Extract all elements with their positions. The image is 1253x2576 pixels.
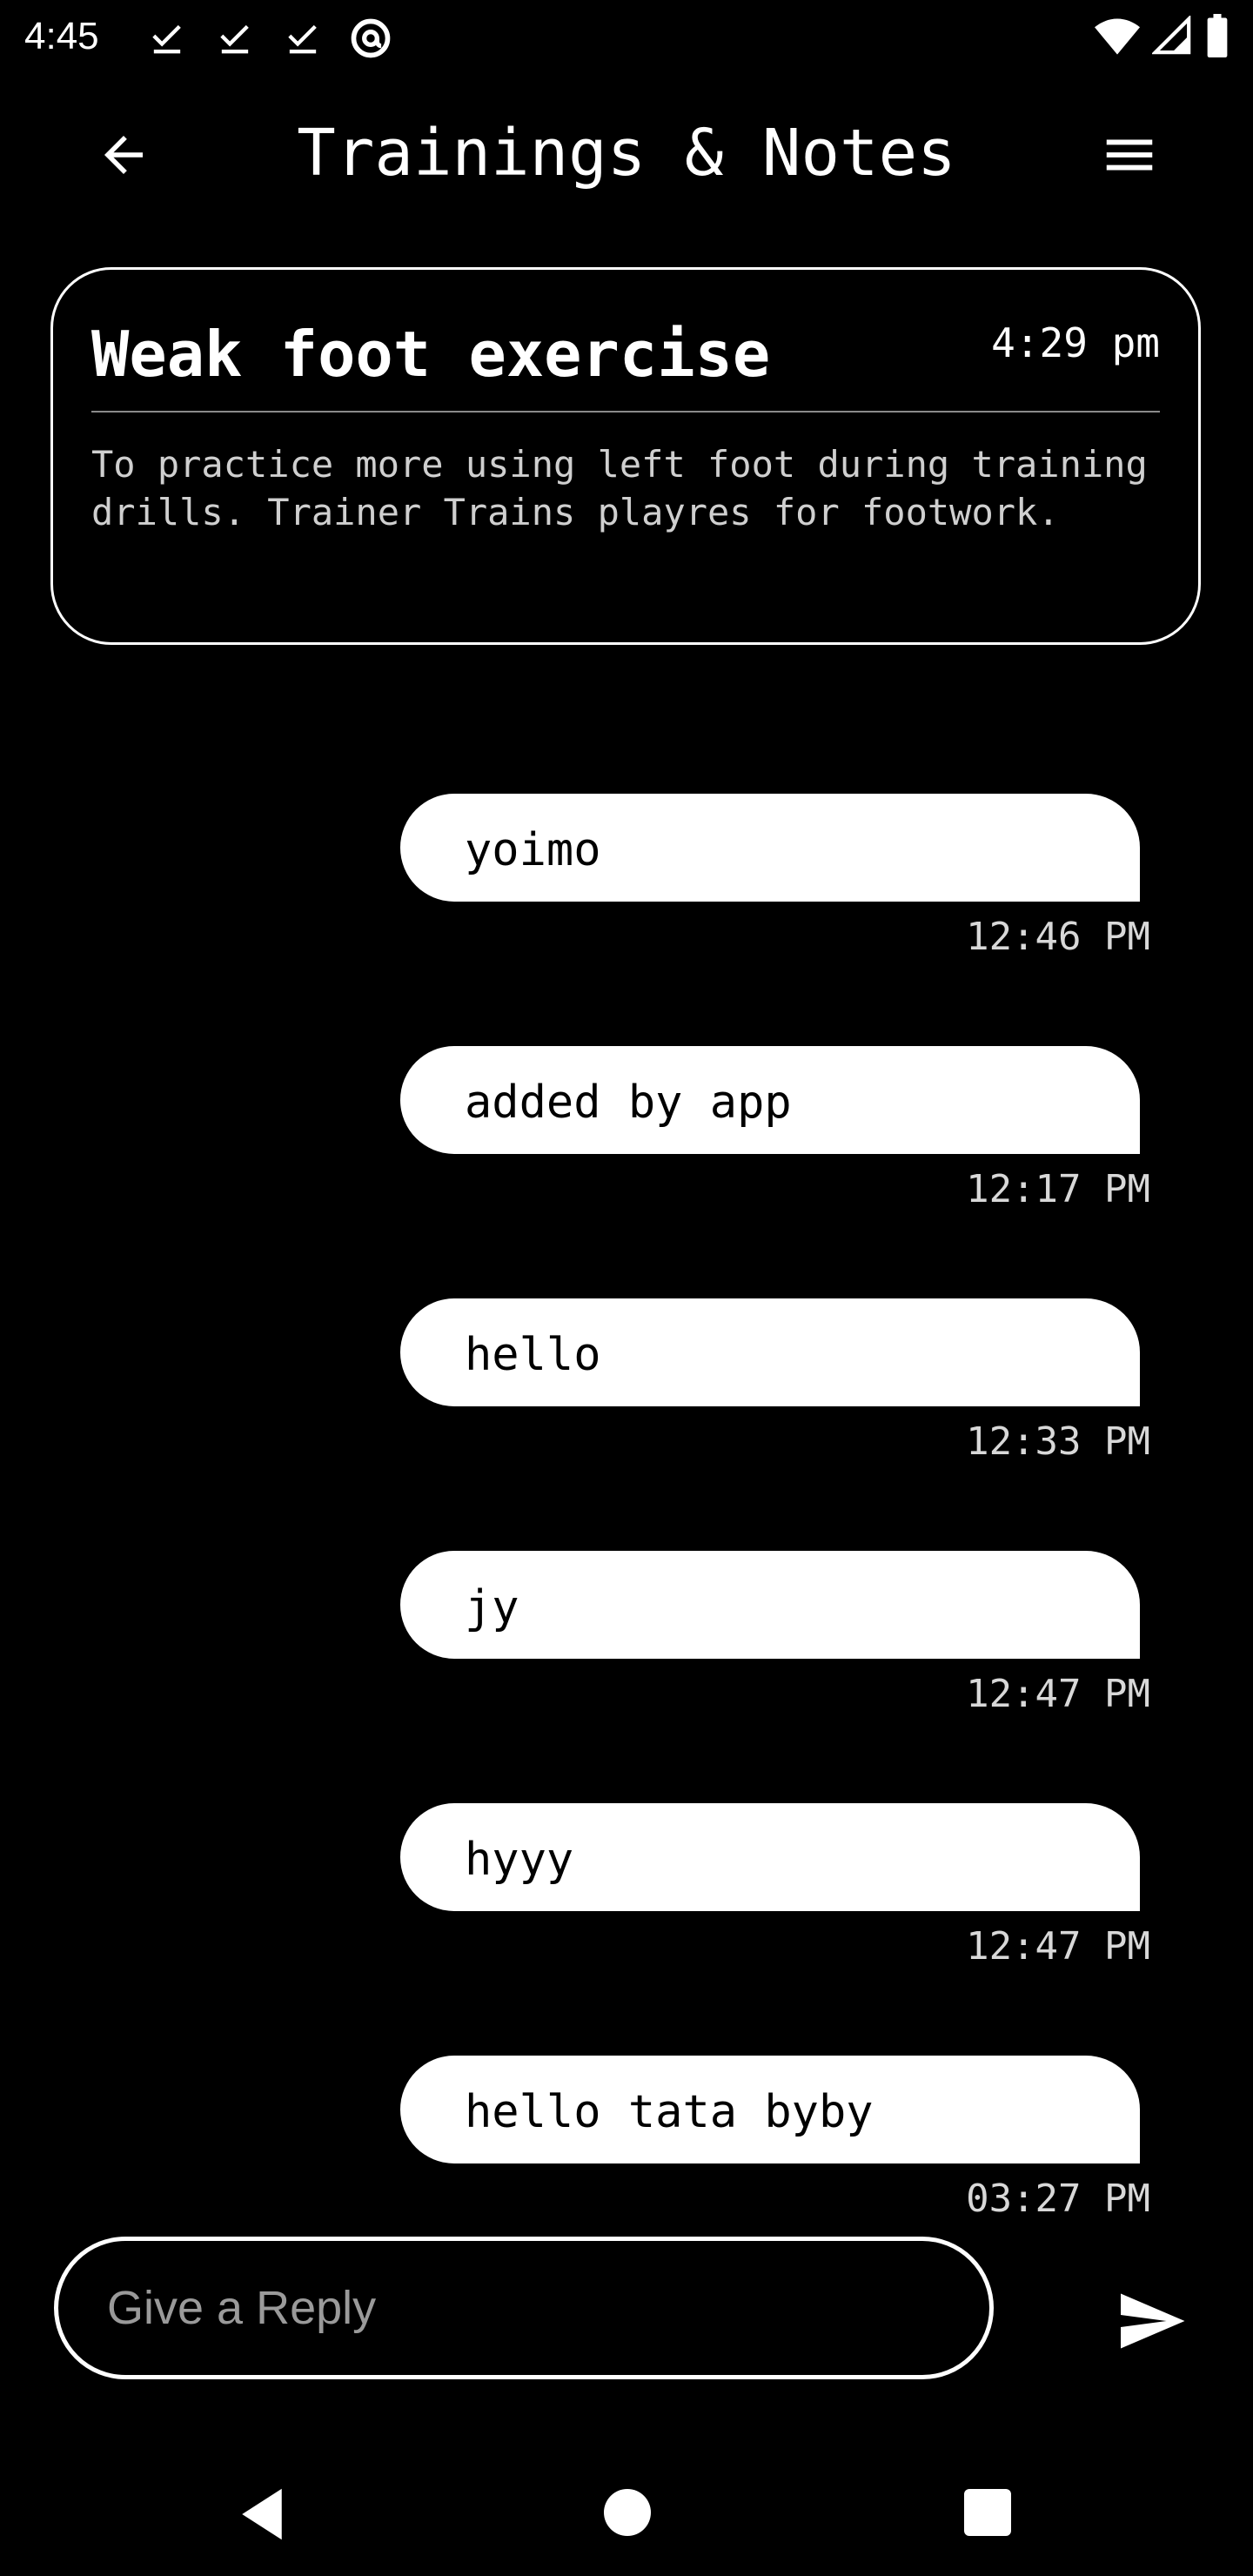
arrow-left-icon <box>104 136 143 174</box>
message-item: hyyy 12:47 PM <box>0 1801 1253 2054</box>
message-item: jy 12:47 PM <box>0 1549 1253 1801</box>
menu-icon <box>1106 139 1153 171</box>
message-bubble[interactable]: added by app <box>400 1046 1140 1154</box>
download-done-icon <box>288 24 317 54</box>
message-bubble[interactable]: jy <box>400 1551 1140 1659</box>
nav-back-icon[interactable] <box>228 2480 296 2548</box>
send-icon <box>1121 2293 1185 2349</box>
message-text: hyyy <box>465 1834 574 1886</box>
menu-button[interactable] <box>1089 115 1169 195</box>
system-icons <box>1095 14 1230 57</box>
nav-home-icon[interactable] <box>604 2489 651 2536</box>
message-list[interactable]: yoimo 12:46 PM added by app 12:17 PM hel… <box>0 792 1253 2306</box>
status-time: 4:45 <box>24 15 99 57</box>
app-bar: Trainings & Notes <box>0 96 1253 200</box>
battery-icon <box>1207 14 1228 57</box>
send-button[interactable] <box>1103 2273 1199 2369</box>
message-text: yoimo <box>465 824 601 876</box>
message-time: 12:47 PM <box>966 1672 1150 1716</box>
note-card: Weak foot exercise 4:29 pm To practice m… <box>50 267 1201 645</box>
message-item: yoimo 12:46 PM <box>0 792 1253 1044</box>
reply-input[interactable] <box>54 2237 994 2379</box>
message-time: 12:46 PM <box>966 915 1150 959</box>
download-done-icon <box>220 24 249 54</box>
note-body: To practice more using left foot during … <box>91 443 1148 533</box>
at-sign-icon <box>351 18 391 58</box>
notification-icons <box>144 16 393 61</box>
message-text: hello <box>465 1329 601 1381</box>
message-text: hello tata byby <box>465 2086 874 2138</box>
status-bar: 4:45 <box>0 0 1253 73</box>
note-title: Weak foot exercise <box>91 318 771 391</box>
download-done-icon <box>152 24 181 54</box>
signal-icon <box>1152 16 1191 55</box>
message-time: 12:47 PM <box>966 1924 1150 1969</box>
message-item: added by app 12:17 PM <box>0 1044 1253 1297</box>
back-button[interactable] <box>84 115 164 195</box>
message-time: 03:27 PM <box>966 2177 1150 2221</box>
message-text: added by app <box>465 1077 792 1129</box>
note-time: 4:29 pm <box>991 319 1160 366</box>
message-text: jy <box>465 1581 519 1633</box>
note-divider <box>91 411 1160 413</box>
message-time: 12:33 PM <box>966 1419 1150 1464</box>
wifi-icon <box>1095 18 1140 55</box>
message-item: hello 12:33 PM <box>0 1297 1253 1549</box>
message-bubble[interactable]: hello tata byby <box>400 2056 1140 2163</box>
message-bubble[interactable]: hello <box>400 1298 1140 1406</box>
message-bubble[interactable]: hyyy <box>400 1803 1140 1911</box>
message-bubble[interactable]: yoimo <box>400 794 1140 902</box>
nav-recents-icon[interactable] <box>964 2489 1011 2536</box>
page-title: Trainings & Notes <box>297 116 956 191</box>
system-nav-bar <box>0 2445 1253 2576</box>
message-time: 12:17 PM <box>966 1167 1150 1211</box>
